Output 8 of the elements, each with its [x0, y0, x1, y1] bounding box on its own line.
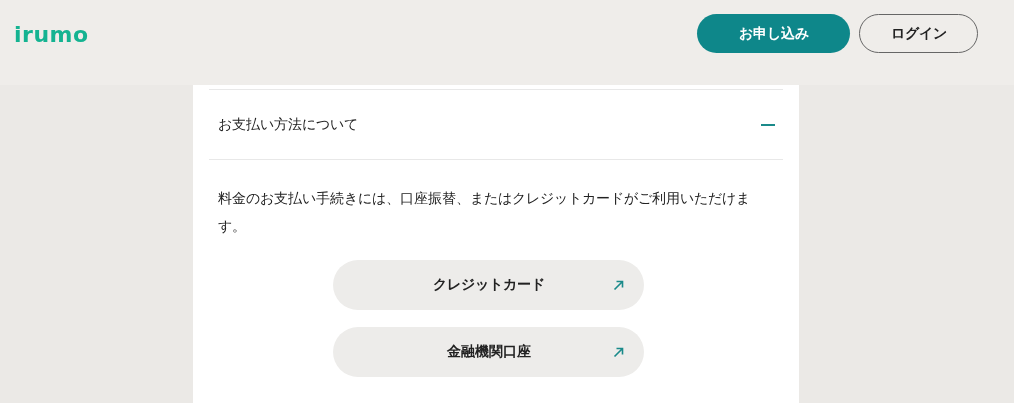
arrow-icon	[613, 280, 624, 291]
arrow-icon	[613, 347, 624, 358]
apply-button[interactable]: お申し込み	[697, 14, 850, 53]
minus-icon	[761, 123, 775, 126]
description-text: 料金のお支払い手続きには、口座振替、またはクレジットカードがご利用いただけます。	[218, 189, 751, 236]
link-button[interactable]: クレジットカード	[333, 260, 644, 310]
accordion-header[interactable]: お支払い方法について	[209, 90, 783, 160]
link-button[interactable]: 金融機関口座	[333, 327, 644, 377]
